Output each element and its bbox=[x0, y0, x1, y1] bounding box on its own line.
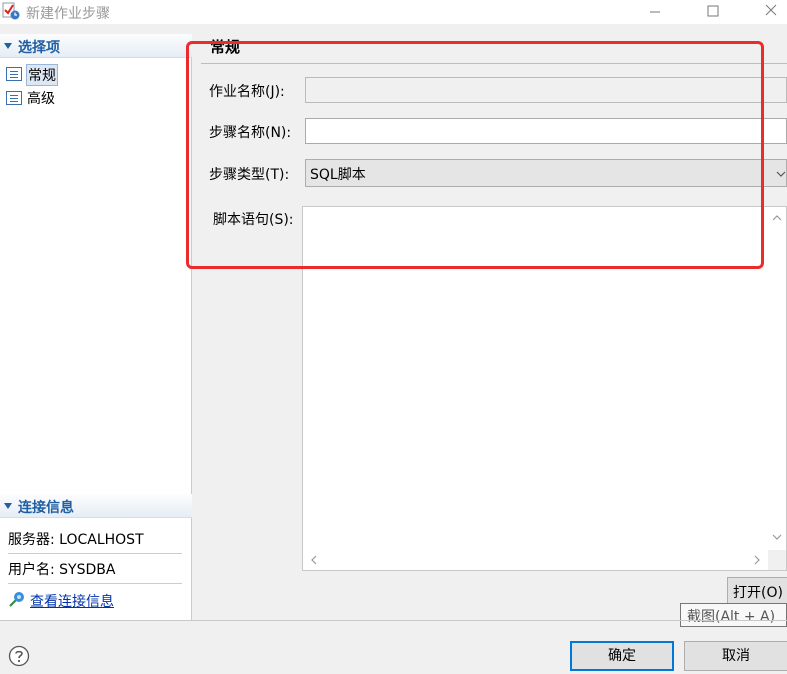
connection-section-header[interactable]: 连接信息 bbox=[0, 494, 192, 518]
scroll-right-icon[interactable] bbox=[752, 555, 762, 565]
nav-item-label: 常规 bbox=[26, 64, 58, 86]
job-name-input bbox=[306, 78, 786, 102]
step-name-label: 步骤名称(N): bbox=[209, 125, 292, 141]
user-text: 用户名: SYSDBA bbox=[8, 562, 116, 578]
job-name-label: 作业名称(J): bbox=[209, 84, 285, 100]
close-icon[interactable] bbox=[747, 0, 787, 24]
section-title: 常规 bbox=[210, 38, 241, 56]
screenshot-tooltip: 截图(Alt + A) bbox=[680, 603, 787, 627]
open-button-label: 打开(O) bbox=[733, 585, 783, 601]
minimize-icon[interactable] bbox=[632, 0, 678, 24]
step-type-value: SQL脚本 bbox=[310, 167, 366, 183]
section-divider bbox=[201, 63, 787, 64]
collapse-triangle-icon bbox=[4, 43, 12, 49]
collapse-triangle-icon bbox=[4, 503, 12, 509]
page-icon bbox=[6, 67, 22, 81]
nav-item-advanced[interactable]: 高级 bbox=[4, 87, 164, 109]
ok-button[interactable]: 确定 bbox=[570, 641, 674, 671]
right-pane: 常规 作业名称(J): 步骤名称(N): 步骤类型(T): SQL脚本 脚本语句… bbox=[201, 34, 787, 627]
select-section-title: 选择项 bbox=[18, 40, 60, 56]
cancel-button[interactable]: 取消 bbox=[684, 641, 787, 671]
scroll-left-icon[interactable] bbox=[309, 555, 319, 565]
server-info: 服务器: LOCALHOST bbox=[8, 524, 182, 554]
script-textarea[interactable] bbox=[302, 206, 787, 571]
chevron-down-icon bbox=[776, 171, 786, 177]
job-name-field bbox=[305, 77, 787, 103]
open-button[interactable]: 打开(O) bbox=[727, 577, 787, 605]
help-icon[interactable] bbox=[8, 645, 30, 667]
window-title: 新建作业步骤 bbox=[26, 6, 110, 22]
scroll-up-icon[interactable] bbox=[772, 213, 782, 223]
select-section-header[interactable]: 选择项 bbox=[0, 34, 192, 58]
app-icon bbox=[2, 2, 20, 20]
server-text: 服务器: LOCALHOST bbox=[8, 532, 144, 548]
footer-divider bbox=[0, 620, 787, 621]
user-info: 用户名: SYSDBA bbox=[8, 554, 182, 584]
page-icon bbox=[6, 91, 22, 105]
title-bar: 新建作业步骤 bbox=[0, 0, 787, 24]
view-connection-link[interactable]: 查看连接信息 bbox=[8, 590, 188, 612]
tooltip-text: 截图(Alt + A) bbox=[687, 609, 776, 625]
view-connection-label: 查看连接信息 bbox=[30, 594, 114, 610]
left-pane: 选择项 常规 高级 连接信息 服务器: LOCALHOST 用户名: SYSDB… bbox=[0, 34, 192, 620]
step-type-label: 步骤类型(T): bbox=[209, 167, 290, 183]
horizontal-scrollbar[interactable] bbox=[303, 550, 770, 570]
vertical-scrollbar[interactable] bbox=[768, 207, 786, 550]
maximize-icon[interactable] bbox=[690, 0, 736, 24]
step-name-input[interactable] bbox=[306, 119, 786, 143]
scroll-down-icon[interactable] bbox=[772, 532, 782, 542]
script-label: 脚本语句(S): bbox=[213, 212, 294, 228]
connection-section-title: 连接信息 bbox=[18, 500, 74, 516]
nav-item-label: 高级 bbox=[27, 91, 55, 107]
nav-item-general[interactable]: 常规 bbox=[4, 63, 164, 86]
scroll-corner bbox=[768, 550, 786, 570]
connection-icon bbox=[9, 592, 24, 607]
step-type-select[interactable]: SQL脚本 bbox=[305, 159, 787, 187]
step-name-field[interactable] bbox=[305, 118, 787, 144]
